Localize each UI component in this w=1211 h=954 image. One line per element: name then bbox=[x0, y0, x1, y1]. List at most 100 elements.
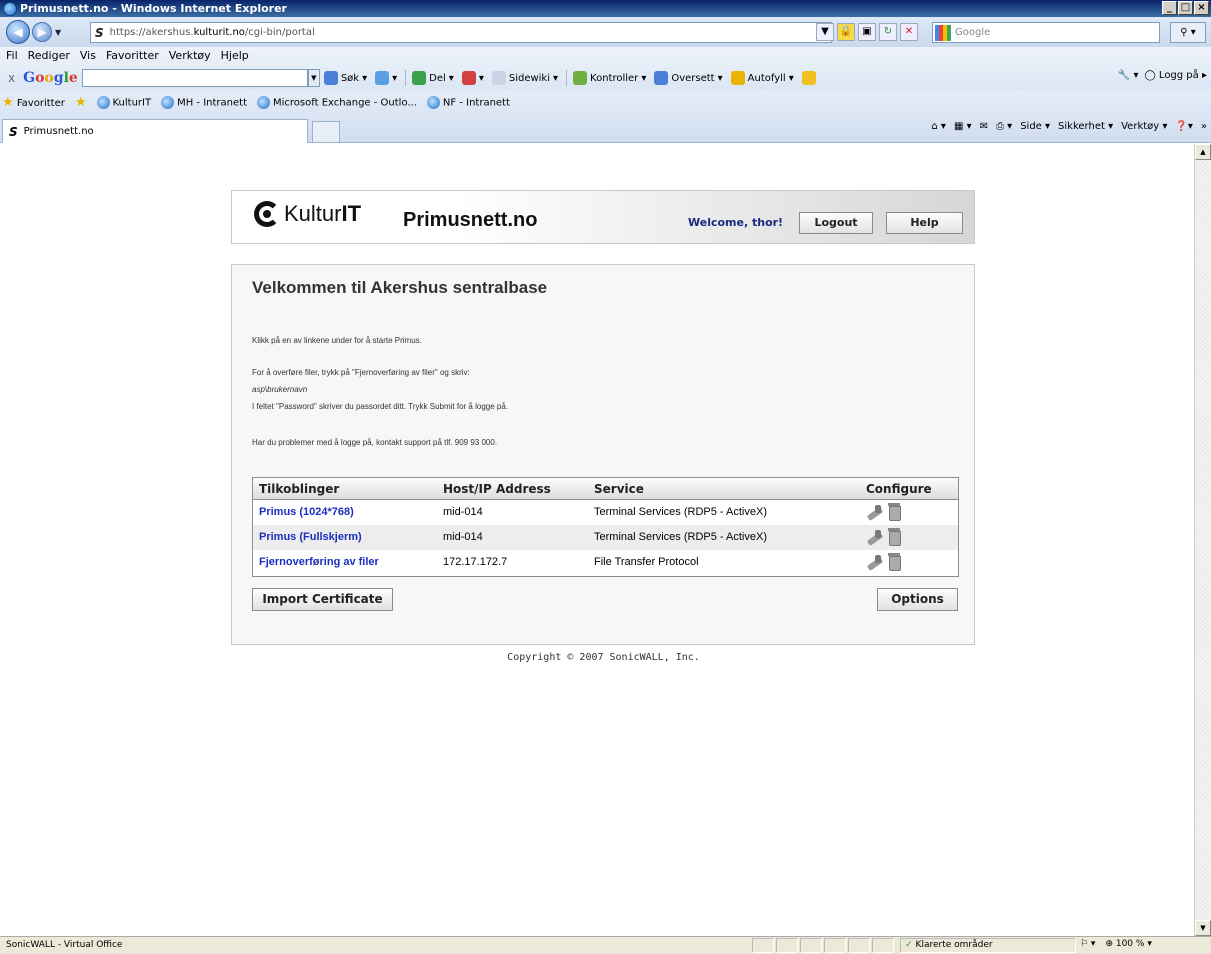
menu-favorites[interactable]: Favoritter bbox=[106, 49, 159, 62]
table-row: Primus (1024*768) mid-014 Terminal Servi… bbox=[253, 500, 958, 525]
status-slot bbox=[800, 938, 822, 953]
menu-tools[interactable]: Verktøy bbox=[169, 49, 211, 62]
status-slot bbox=[776, 938, 798, 953]
edit-connection-icon[interactable] bbox=[866, 528, 884, 546]
vertical-scrollbar[interactable]: ▲ ▼ bbox=[1194, 144, 1211, 936]
star-icon: ★ bbox=[2, 95, 14, 110]
close-button[interactable]: × bbox=[1194, 1, 1209, 15]
address-icons: ▼ 🔒 ▣ ↻ ✕ bbox=[816, 23, 918, 41]
history-dropdown-icon[interactable]: ▼ bbox=[55, 28, 61, 37]
menu-view[interactable]: Vis bbox=[80, 49, 96, 62]
browser-tab[interactable]: S Primusnett.no bbox=[2, 119, 308, 143]
service-cell: File Transfer Protocol bbox=[594, 556, 699, 568]
wrench-icon[interactable]: 🔧 ▾ bbox=[1118, 70, 1139, 81]
share-icon bbox=[412, 71, 427, 85]
page-content: KulturIT Primusnett.no Welcome, thor! Lo… bbox=[0, 144, 1194, 936]
maximize-button[interactable]: □ bbox=[1178, 1, 1193, 15]
menu-edit[interactable]: Rediger bbox=[28, 49, 70, 62]
search-button[interactable]: ⚲ ▾ bbox=[1170, 22, 1206, 43]
ie-page-icon bbox=[161, 96, 175, 109]
popup-blocker-icon bbox=[461, 71, 476, 85]
toolbar-plus[interactable]: ▾ bbox=[375, 71, 397, 85]
toolbar-close-icon[interactable]: x bbox=[8, 71, 15, 85]
compat-view-icon[interactable]: ▣ bbox=[858, 23, 876, 41]
menu-help[interactable]: Hjelp bbox=[221, 49, 249, 62]
address-dropdown-icon[interactable]: ▼ bbox=[816, 23, 834, 41]
google-dropdown-icon[interactable]: ▼ bbox=[307, 69, 320, 87]
pencil-icon bbox=[801, 71, 816, 85]
service-cell: Terminal Services (RDP5 - ActiveX) bbox=[594, 531, 767, 543]
host-cell: 172.17.172.7 bbox=[443, 556, 508, 568]
connection-link[interactable]: Fjernoverføring av filer bbox=[259, 556, 379, 568]
configure-cell bbox=[866, 503, 901, 521]
toolbar-sidewiki[interactable]: Sidewiki ▾ bbox=[491, 71, 558, 85]
page-menu[interactable]: Side ▾ bbox=[1020, 121, 1050, 132]
chevron-right-icon[interactable]: » bbox=[1201, 121, 1207, 132]
help-button[interactable]: Help bbox=[886, 212, 963, 234]
toolbar-translate[interactable]: Oversett ▾ bbox=[654, 71, 723, 85]
toolbar-spellcheck[interactable]: Kontroller ▾ bbox=[573, 71, 646, 85]
tools-menu[interactable]: Verktøy ▾ bbox=[1121, 121, 1167, 132]
safety-menu[interactable]: Sikkerhet ▾ bbox=[1058, 121, 1113, 132]
fav-link-exchange[interactable]: Microsoft Exchange - Outlo... bbox=[257, 96, 417, 109]
site-icon: S bbox=[95, 25, 104, 40]
search-box[interactable]: Google bbox=[932, 22, 1160, 43]
back-button[interactable]: ◀ bbox=[6, 20, 30, 44]
main-panel: Velkommen til Akershus sentralbase Klikk… bbox=[231, 264, 975, 645]
help-icon[interactable]: ❓▾ bbox=[1175, 121, 1192, 132]
refresh-icon[interactable]: ↻ bbox=[879, 23, 897, 41]
configure-cell bbox=[866, 553, 901, 571]
address-bar[interactable]: S https://akershus.kulturit.no/cgi-bin/p… bbox=[90, 22, 832, 43]
sidewiki-icon bbox=[491, 71, 506, 85]
copyright-text: Copyright © 2007 SonicWALL, Inc. bbox=[507, 652, 700, 663]
connection-link[interactable]: Primus (1024*768) bbox=[259, 506, 354, 518]
lock-icon[interactable]: 🔒 bbox=[837, 23, 855, 41]
zoom-controls: ⚐ ▾ ⊕ 100 % ▾ bbox=[1080, 939, 1152, 949]
delete-icon[interactable] bbox=[888, 503, 901, 521]
minimize-button[interactable]: _ bbox=[1162, 1, 1177, 15]
import-certificate-button[interactable]: Import Certificate bbox=[252, 588, 393, 611]
mail-icon[interactable]: ✉ bbox=[980, 121, 988, 132]
edit-connection-icon[interactable] bbox=[866, 503, 884, 521]
logout-button[interactable]: Logout bbox=[799, 212, 873, 234]
sign-in-button[interactable]: ◯ Logg på ▸ bbox=[1145, 70, 1207, 81]
fav-link-mh-intranett[interactable]: MH - Intranett bbox=[161, 96, 247, 109]
security-zone[interactable]: ✓ Klarerte områder bbox=[900, 938, 1076, 953]
protected-mode-icon[interactable]: ⚐ ▾ bbox=[1080, 939, 1095, 949]
print-icon[interactable]: ⎙ ▾ bbox=[996, 121, 1012, 132]
google-search-input[interactable] bbox=[81, 69, 308, 87]
ie-icon bbox=[3, 1, 17, 16]
new-tab-button[interactable] bbox=[312, 121, 340, 143]
feeds-icon[interactable]: ▦ ▾ bbox=[954, 121, 972, 132]
toolbar-autofill[interactable]: Autofyll ▾ bbox=[730, 71, 794, 85]
table-row: Primus (Fullskjerm) mid-014 Terminal Ser… bbox=[253, 525, 958, 550]
delete-icon[interactable] bbox=[888, 528, 901, 546]
fav-link-kulturit[interactable]: KulturIT bbox=[96, 96, 151, 109]
zoom-level[interactable]: ⊕ 100 % ▾ bbox=[1105, 939, 1151, 949]
stop-icon[interactable]: ✕ bbox=[900, 23, 918, 41]
command-bar: ⌂ ▾ ▦ ▾ ✉ ⎙ ▾ Side ▾ Sikkerhet ▾ Verktøy… bbox=[931, 121, 1207, 132]
edit-connection-icon[interactable] bbox=[866, 553, 884, 571]
scroll-down-icon[interactable]: ▼ bbox=[1195, 920, 1211, 936]
options-button[interactable]: Options bbox=[877, 588, 958, 611]
password-instruction: I feltet "Password" skriver du passordet… bbox=[252, 402, 509, 411]
scroll-up-icon[interactable]: ▲ bbox=[1195, 144, 1211, 160]
toolbar-search[interactable]: Søk ▾ bbox=[323, 71, 367, 85]
favorites-row: ★ Favoritter ★ KulturIT MH - Intranett M… bbox=[0, 91, 1211, 143]
toolbar-pencil[interactable] bbox=[801, 71, 816, 85]
toolbar-share[interactable]: Del ▾ bbox=[412, 71, 454, 85]
delete-icon[interactable] bbox=[888, 553, 901, 571]
favorites-button[interactable]: ★ Favoritter bbox=[2, 95, 65, 110]
table-header: Tilkoblinger Host/IP Address Service Con… bbox=[253, 478, 958, 500]
menu-bar: Fil Rediger Vis Favoritter Verktøy Hjelp bbox=[6, 49, 249, 62]
toolbar-popup[interactable]: ▾ bbox=[461, 71, 484, 85]
translate-icon bbox=[654, 71, 669, 85]
add-favorite-icon[interactable]: ★ bbox=[75, 95, 87, 110]
fav-link-nf-intranett[interactable]: NF - Intranett bbox=[426, 96, 510, 109]
connection-link[interactable]: Primus (Fullskjerm) bbox=[259, 531, 362, 543]
check-icon: ✓ bbox=[905, 940, 913, 950]
home-icon[interactable]: ⌂ ▾ bbox=[931, 121, 946, 132]
forward-button[interactable]: ▶ bbox=[32, 22, 52, 42]
window-controls: _ □ × bbox=[1162, 1, 1209, 15]
menu-file[interactable]: Fil bbox=[6, 49, 18, 62]
